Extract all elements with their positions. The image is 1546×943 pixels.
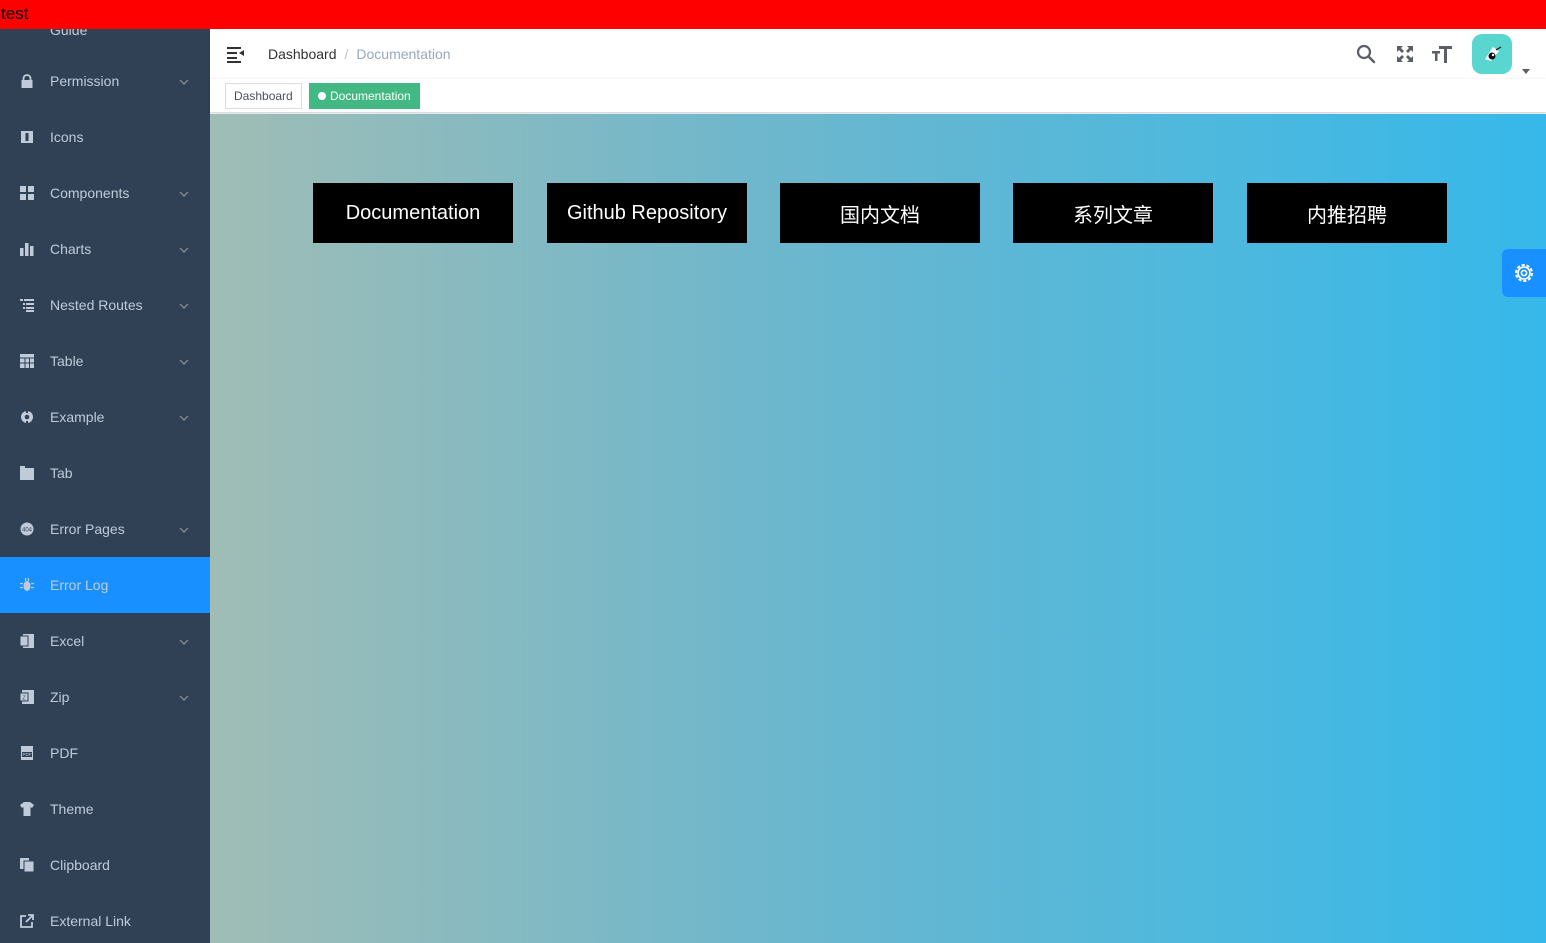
- sidebar-item-label: Nested Routes: [50, 297, 143, 313]
- tag-documentation[interactable]: Documentation: [309, 83, 420, 109]
- sidebar-item-label: Example: [50, 409, 105, 425]
- clipboard-icon: [20, 858, 34, 872]
- sidebar-menu: Permission Icons Components Charts Nested Ro…: [0, 53, 210, 943]
- caret-down-icon[interactable]: [1522, 62, 1530, 74]
- shirt-icon: [20, 802, 34, 816]
- sidebar-item-error-pages[interactable]: 404 Error Pages: [0, 501, 210, 557]
- sidebar-item-label: Permission: [50, 73, 120, 89]
- github-repository-button[interactable]: Github Repository: [547, 183, 747, 243]
- navbar: Dashboard / Documentation: [210, 29, 1546, 79]
- breadcrumb-current: Documentation: [356, 46, 451, 62]
- table-icon: [20, 354, 34, 368]
- component-icon: [20, 186, 34, 200]
- chevron-down-icon: [179, 186, 189, 197]
- sidebar-item-label: PDF: [50, 745, 78, 761]
- external-link-icon: [20, 914, 34, 928]
- sidebar-item-nested-routes[interactable]: Nested Routes: [0, 277, 210, 333]
- sidebar-item-label: Icons: [50, 129, 84, 145]
- search-icon[interactable]: [1355, 43, 1377, 65]
- sidebar-item-error-log[interactable]: Error Log: [0, 557, 210, 613]
- fullscreen-icon[interactable]: [1394, 43, 1416, 65]
- sidebar-item-table[interactable]: Table: [0, 333, 210, 389]
- tab-icon: [20, 466, 34, 480]
- sidebar-item-label: Error Log: [50, 577, 109, 593]
- chevron-down-icon: [179, 634, 189, 645]
- sidebar-item-icons[interactable]: Icons: [0, 109, 210, 165]
- chevron-down-icon: [179, 74, 189, 85]
- sidebar-item-example[interactable]: Example: [0, 389, 210, 445]
- sidebar-item-pdf[interactable]: PDF PDF: [0, 725, 210, 781]
- chevron-down-icon: [179, 690, 189, 701]
- sidebar-item-label: Theme: [50, 801, 94, 817]
- sidebar-item-label: External Link: [50, 913, 131, 929]
- sidebar-item-components[interactable]: Components: [0, 165, 210, 221]
- tag-dashboard[interactable]: Dashboard: [225, 83, 302, 109]
- breadcrumb: Dashboard / Documentation: [268, 46, 451, 62]
- tag-label: Documentation: [330, 89, 411, 103]
- nested-icon: [20, 298, 34, 312]
- sidebar-item-theme[interactable]: Theme: [0, 781, 210, 837]
- top-banner: test: [0, 0, 1546, 29]
- sidebar-item-clipboard[interactable]: Clipboard: [0, 837, 210, 893]
- gear-icon: [1515, 264, 1533, 282]
- sidebar-item-excel[interactable]: Excel: [0, 613, 210, 669]
- example-icon: [20, 410, 34, 424]
- breadcrumb-home[interactable]: Dashboard: [268, 46, 337, 62]
- job-referral-button[interactable]: 内推招聘: [1247, 183, 1447, 243]
- article-series-button[interactable]: 系列文章: [1013, 183, 1213, 243]
- excel-icon: [20, 634, 34, 648]
- documentation-button[interactable]: Documentation: [313, 183, 513, 243]
- domestic-docs-button[interactable]: 国内文档: [780, 183, 980, 243]
- chevron-down-icon: [179, 242, 189, 253]
- svg-text:PDF: PDF: [23, 752, 32, 757]
- chevron-down-icon: [179, 522, 189, 533]
- icon-icon: [20, 130, 34, 144]
- sidebar-item-zip[interactable]: Z Zip: [0, 669, 210, 725]
- svg-text:404: 404: [22, 528, 33, 534]
- pdf-icon: PDF: [20, 746, 34, 760]
- chart-icon: [20, 242, 34, 256]
- sidebar-item-charts[interactable]: Charts: [0, 221, 210, 277]
- sidebar-item-label: Charts: [50, 241, 92, 257]
- sidebar-item-permission[interactable]: Permission: [0, 53, 210, 109]
- active-dot-icon: [318, 92, 326, 100]
- zip-icon: Z: [20, 690, 34, 704]
- sidebar-item-label: Excel: [50, 633, 85, 649]
- main-content: Documentation Github Repository 国内文档 系列文…: [210, 114, 1546, 943]
- avatar[interactable]: [1472, 34, 1512, 74]
- settings-button[interactable]: [1502, 249, 1546, 297]
- breadcrumb-separator: /: [344, 46, 349, 62]
- lock-icon: [20, 74, 34, 88]
- bug-icon: [20, 578, 34, 592]
- svg-text:Z: Z: [22, 696, 25, 702]
- sidebar-item-label: Error Pages: [50, 521, 125, 537]
- sidebar-item-label: Tab: [50, 465, 73, 481]
- chevron-down-icon: [179, 410, 189, 421]
- sidebar-item-external-link[interactable]: External Link: [0, 893, 210, 943]
- sidebar: Guide Permission Icons Components Charts Nes…: [0, 0, 210, 943]
- text-size-icon[interactable]: [1431, 43, 1453, 65]
- sidebar-item-tab[interactable]: Tab: [0, 445, 210, 501]
- 404-icon: 404: [20, 522, 34, 536]
- chevron-down-icon: [179, 298, 189, 309]
- hamburger-icon[interactable]: [226, 44, 246, 64]
- tag-label: Dashboard: [234, 89, 293, 103]
- sidebar-item-label: Table: [50, 353, 84, 369]
- sidebar-item-label: Clipboard: [50, 857, 110, 873]
- tags-view: Dashboard Documentation: [210, 79, 1546, 113]
- sidebar-item-label: Zip: [50, 689, 70, 705]
- chevron-down-icon: [179, 354, 189, 365]
- sidebar-item-label: Components: [50, 185, 130, 201]
